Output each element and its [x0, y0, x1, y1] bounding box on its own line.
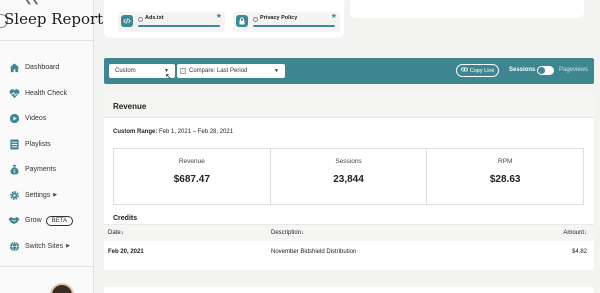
sidebar-item-playlists[interactable]: Playlists: [0, 132, 94, 158]
sidebar-item-dashboard[interactable]: Dashboard: [0, 55, 94, 81]
credits-table-header: Date↓ Description↓ Amount↓: [104, 224, 594, 241]
copy-link-button[interactable]: Copy Link: [456, 64, 499, 77]
status-dot-icon: [253, 17, 258, 22]
file-name: Privacy Policy: [260, 15, 298, 21]
table-row: Feb 20, 2021 November Bidshield Distribu…: [104, 244, 594, 260]
caret-right-icon: ▶: [66, 243, 70, 250]
sidebar-item-label: Grow: [25, 217, 42, 225]
sidebar-item-label: Switch Sites: [25, 242, 64, 250]
collapse-arrows-icon[interactable]: ❮❮: [24, 0, 40, 5]
row-date: Feb 20, 2021: [108, 249, 144, 255]
report-filter-bar: Custom ▼ ↖ Compare: Last Period ▼ Copy L…: [104, 58, 594, 84]
handshake-icon: [8, 215, 20, 227]
site-name: Sleep Report: [4, 10, 104, 28]
sidebar-item-label: Playlists: [25, 140, 51, 148]
play-icon: [8, 113, 20, 125]
sidebar-item-settings[interactable]: Settings ▶: [0, 183, 94, 209]
revenue-title: Revenue: [113, 102, 147, 111]
stat-rpm: RPM $28.63: [427, 149, 583, 204]
copy-link-label: Copy Link: [469, 67, 495, 74]
stat-sessions: Sessions 23,844: [271, 149, 428, 204]
stat-revenue: Revenue $687.47: [114, 149, 271, 204]
sidebar-item-label: Health Check: [25, 89, 68, 97]
stat-label: RPM: [497, 158, 513, 165]
svg-text:$: $: [13, 169, 16, 175]
code-icon: [121, 15, 133, 27]
compare-select[interactable]: Compare: Last Period ▼: [177, 64, 285, 78]
sort-by-date[interactable]: Date↓: [108, 230, 124, 236]
sidebar-divider: [0, 266, 94, 267]
status-dot-icon: [138, 17, 143, 22]
sidebar-nav: Dashboard Health Check Videos Playlists …: [0, 55, 94, 259]
stat-label: Revenue: [178, 158, 205, 165]
site-files-card: Ads.txt ★ Privacy Policy ★: [104, 0, 344, 38]
gear-icon: [8, 189, 20, 201]
mouse-cursor-icon: ↖: [165, 72, 172, 81]
sidebar-item-health-check[interactable]: Health Check: [0, 81, 94, 107]
top-right-card: [350, 0, 584, 18]
credits-title: Credits: [113, 215, 138, 222]
custom-range: Custom Range: Feb 1, 2021 – Feb 28, 2021: [113, 129, 233, 135]
stat-value: 23,844: [333, 174, 364, 185]
file-name: Ads.txt: [145, 15, 164, 21]
stat-value: $687.47: [173, 174, 210, 185]
sidebar-item-videos[interactable]: Videos: [0, 106, 94, 132]
globe-icon: [8, 240, 20, 252]
sidebar-item-payments[interactable]: $ Payments: [0, 157, 94, 183]
beta-badge: BETA: [45, 215, 73, 226]
row-description: November Bidshield Distribution: [271, 249, 357, 255]
sidebar-item-label: Videos: [25, 115, 47, 123]
file-privacy-policy[interactable]: Privacy Policy ★: [233, 12, 340, 32]
star-icon[interactable]: ★: [216, 12, 222, 20]
next-card: [104, 287, 594, 293]
file-ads-txt[interactable]: Ads.txt ★: [118, 12, 225, 32]
link-icon: [460, 67, 468, 74]
revenue-card: Revenue Custom Range: Feb 1, 2021 – Feb …: [104, 94, 594, 270]
compare-value: Compare: Last Period: [189, 68, 248, 74]
sidebar-item-switch-sites[interactable]: Switch Sites ▶: [0, 234, 94, 260]
revenue-card-header: Revenue: [104, 94, 594, 118]
toggle-label-sessions: Sessions: [509, 67, 536, 73]
sidebar-item-label: Payments: [25, 166, 57, 174]
row-amount: $4.82: [571, 249, 587, 255]
home-icon: [8, 62, 20, 74]
sessions-pageviews-toggle[interactable]: [537, 66, 554, 75]
sidebar-item-grow[interactable]: Grow BETA: [0, 208, 94, 234]
caret-right-icon: ▶: [53, 192, 58, 199]
file-status-bar: [138, 25, 220, 27]
toggle-label-pageviews: Pageviews: [559, 67, 589, 73]
money-bag-icon: $: [8, 164, 20, 176]
compare-checkbox[interactable]: [180, 68, 186, 74]
sidebar-item-label: Dashboard: [25, 64, 60, 72]
sort-by-amount[interactable]: Amount↓: [563, 230, 587, 236]
date-range-value: Custom: [115, 68, 136, 74]
list-icon: [8, 138, 20, 150]
chevron-down-icon: ▼: [274, 68, 279, 74]
file-status-bar: [253, 25, 335, 27]
range-value: Feb 1, 2021 – Feb 28, 2021: [159, 129, 234, 135]
avatar[interactable]: [50, 283, 74, 293]
range-label: Custom Range:: [113, 129, 158, 135]
star-icon[interactable]: ★: [331, 12, 337, 20]
sort-by-description[interactable]: Description↓: [271, 230, 304, 236]
stat-label: Sessions: [335, 158, 362, 165]
stats-panel: Revenue $687.47 Sessions 23,844 RPM $28.…: [113, 148, 584, 205]
toggle-knob: [538, 67, 545, 74]
sidebar-item-label: Settings: [25, 191, 51, 199]
lock-icon: [236, 15, 248, 27]
heart-pulse-icon: [8, 87, 20, 99]
sidebar: ❮❮ Sleep Report Dashboard Health Check V…: [0, 0, 103, 293]
sidebar-divider: [0, 40, 94, 41]
stat-value: $28.63: [489, 174, 521, 185]
